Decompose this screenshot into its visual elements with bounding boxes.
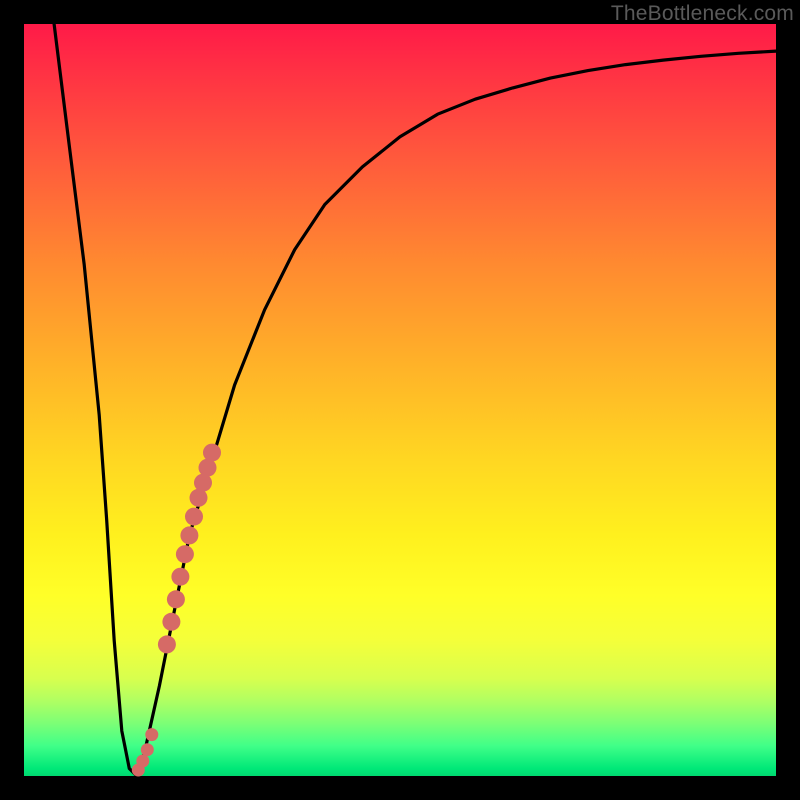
marker-dot <box>176 545 194 563</box>
marker-dot <box>158 635 176 653</box>
marker-dot <box>180 526 198 544</box>
curve-layer <box>24 24 776 776</box>
marker-dot <box>203 444 221 462</box>
gradient-plot-area <box>24 24 776 776</box>
marker-dot <box>162 613 180 631</box>
marker-dot <box>136 755 149 768</box>
watermark-text: TheBottleneck.com <box>611 2 794 26</box>
chart-frame: TheBottleneck.com <box>0 0 800 800</box>
marker-dot <box>167 590 185 608</box>
marker-dot <box>141 743 154 756</box>
marker-dot <box>145 728 158 741</box>
marker-group <box>132 444 221 777</box>
marker-dot <box>171 568 189 586</box>
marker-dot <box>185 508 203 526</box>
bottleneck-curve-path <box>54 24 776 776</box>
